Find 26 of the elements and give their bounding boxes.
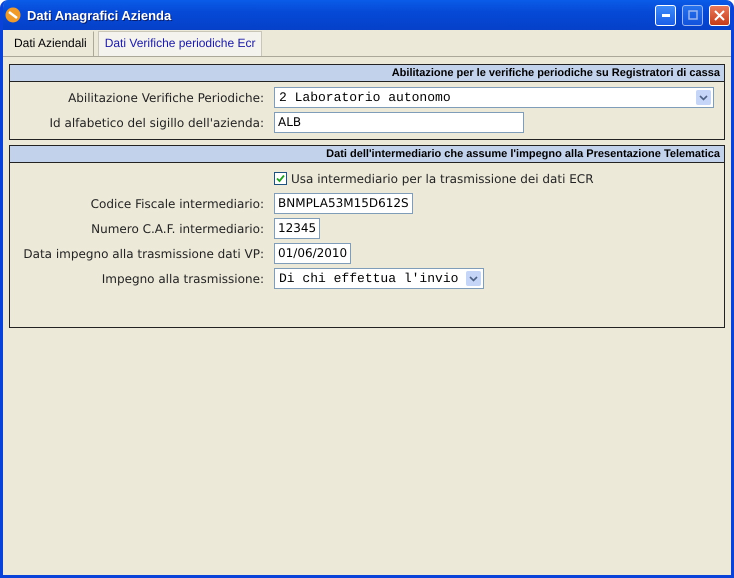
minimize-button[interactable] [655,4,676,26]
input-field[interactable]: BNMPLA53M15D612S [274,193,413,214]
field-label: Abilitazione Verifiche Periodiche: [67,90,264,104]
app-icon [5,7,21,23]
section-header: Abilitazione per le verifiche periodiche su Registratori di cassa [10,65,724,82]
input-field[interactable]: ALB [274,112,524,133]
close-button[interactable] [709,4,730,26]
section-header: Dati dell'intermediario che assume l'impegno alla Presentazione Telematica [10,146,724,163]
maximize-button[interactable] [682,4,703,26]
field-label: Id alfabetico del sigillo dell'azienda: [48,116,264,130]
maximize-icon [688,10,698,20]
minimize-icon [662,14,670,16]
checkbox-label: Usa intermediario per la trasmissione dei dati ECR [291,172,594,186]
dropdown[interactable]: 2 Laboratorio autonomo [274,87,714,108]
close-icon [714,10,725,20]
field-label: Data impegno alla trasmissione dati VP: [22,246,264,260]
tab[interactable]: Dati Verifiche periodiche Ecr [98,31,262,56]
field-label: Codice Fiscale intermediario: [90,196,264,210]
input-field[interactable]: 01/06/2010 [274,243,352,264]
field-label: Impegno alla trasmissione: [100,272,264,286]
window-title: Dati Anagrafici Azienda [27,8,172,22]
field-label: Numero C.A.F. intermediario: [90,222,264,236]
dropdown[interactable]: Di chi effettua l'invio [274,268,484,289]
checkbox[interactable] [274,172,287,185]
input-field[interactable]: 12345 [274,218,320,239]
tab[interactable]: Dati Aziendali [7,31,94,56]
